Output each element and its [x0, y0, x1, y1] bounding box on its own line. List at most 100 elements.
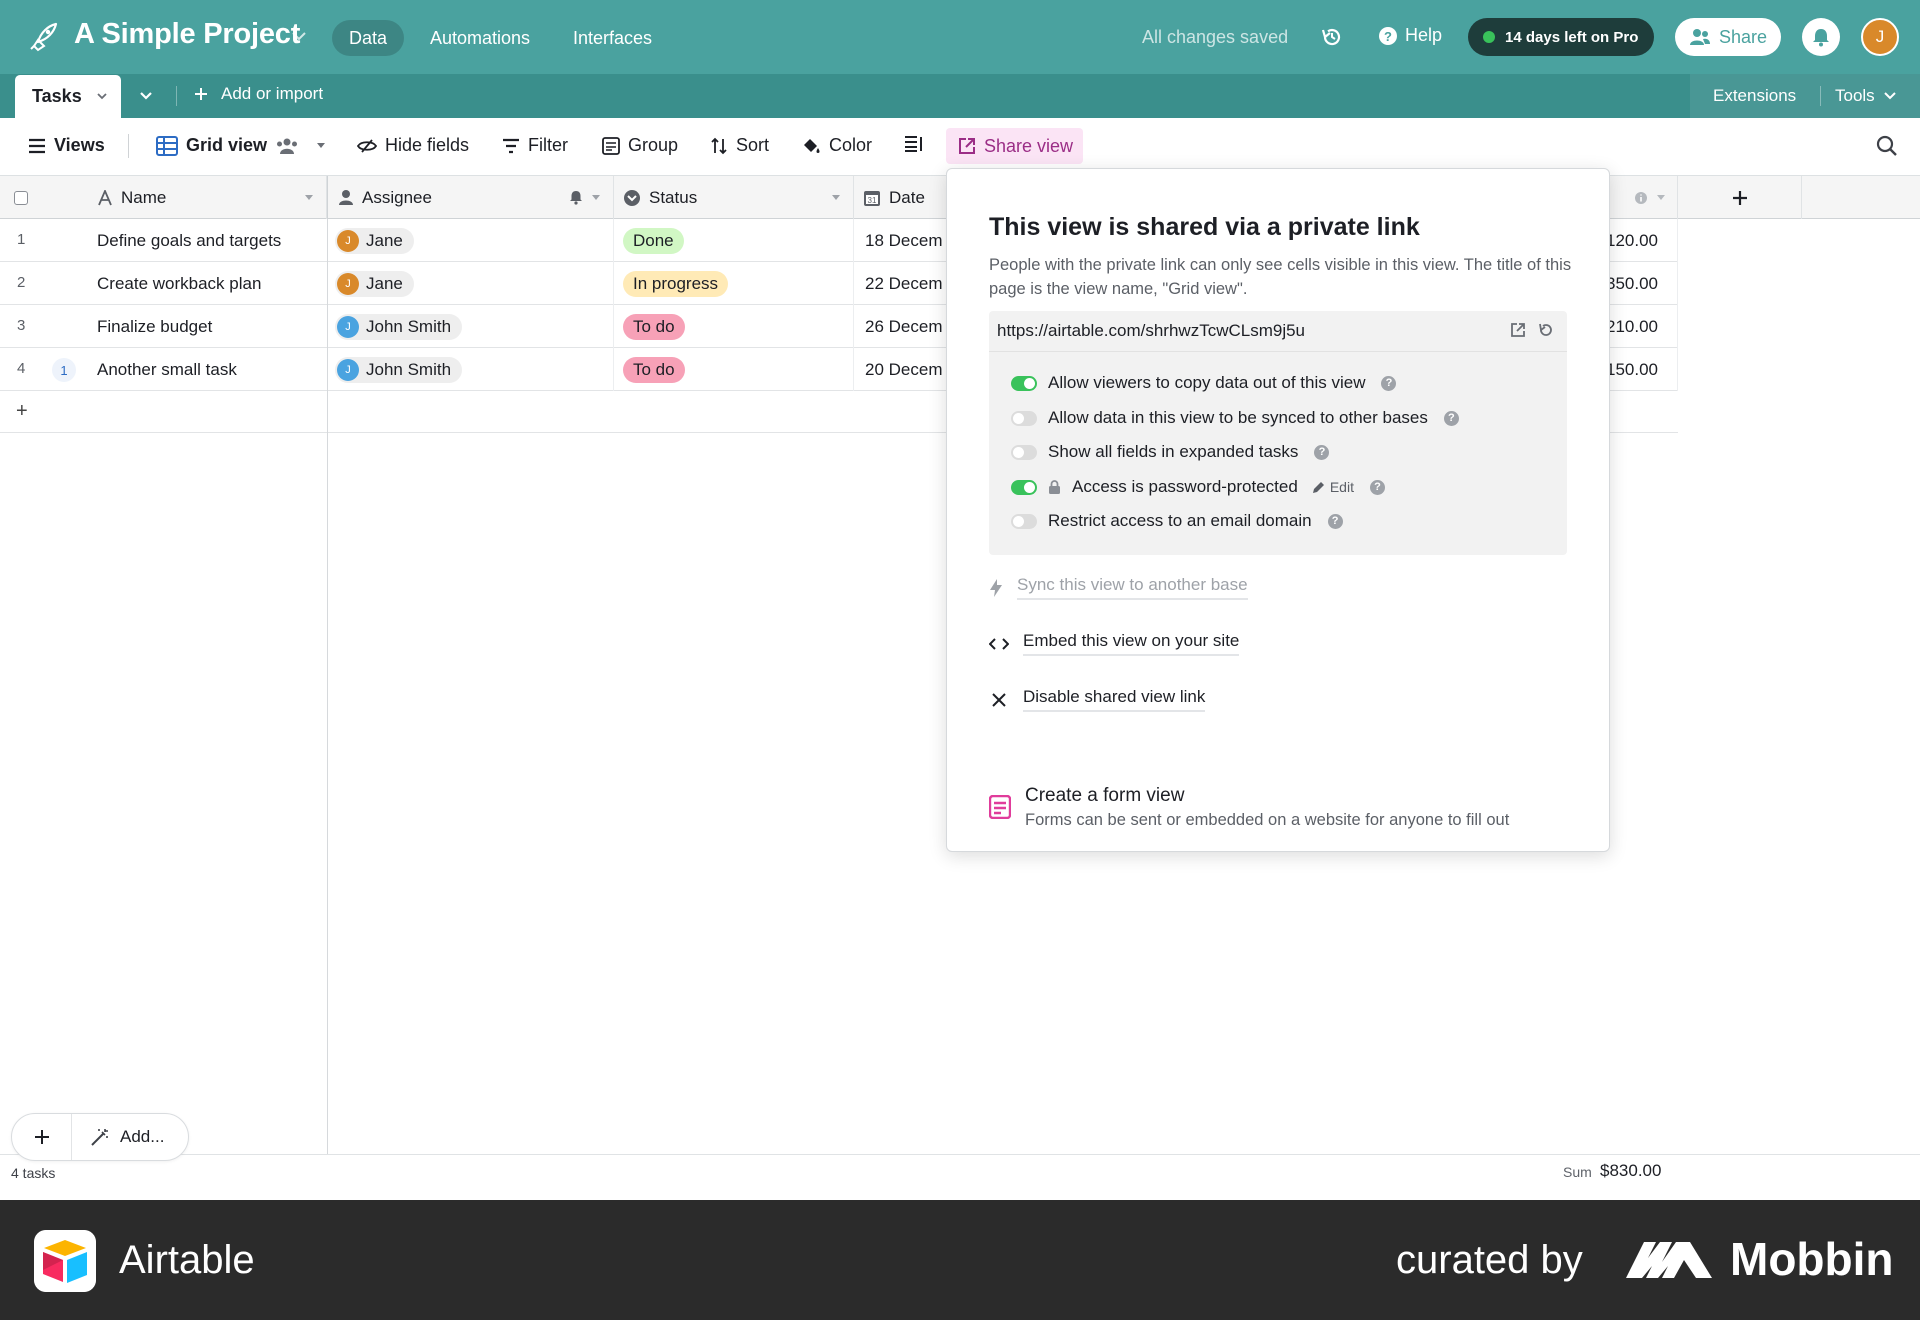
tab-data[interactable]: Data — [332, 20, 405, 56]
disable-link-action[interactable]: Disable shared view link — [989, 687, 1206, 712]
option-password-protected[interactable]: Access is password-protected Edit ? — [1011, 473, 1385, 501]
option-sync-data[interactable]: Allow data in this view to be synced to … — [1011, 404, 1459, 432]
sum-label[interactable]: Sum — [1563, 1164, 1592, 1180]
toggle-switch[interactable] — [1011, 444, 1037, 460]
assignee-name: Jane — [366, 230, 403, 250]
cell-amount[interactable]: 210.00 — [1600, 305, 1678, 348]
cell-status[interactable]: To do — [614, 348, 854, 391]
help-icon[interactable]: ? — [1369, 479, 1385, 495]
help-icon[interactable]: ? — [1443, 410, 1459, 426]
sync-view-action[interactable]: Sync this view to another base — [989, 575, 1248, 600]
toggle-switch[interactable] — [1011, 410, 1037, 426]
tools-button[interactable]: Tools — [1835, 86, 1897, 106]
cell-name[interactable]: Finalize budget — [68, 305, 327, 348]
column-header-status[interactable]: Status — [614, 176, 854, 219]
embed-label: Embed this view on your site — [1023, 631, 1240, 656]
caret-down-icon[interactable] — [1656, 194, 1666, 201]
notifications-button[interactable] — [1802, 18, 1840, 56]
cell-name[interactable]: Another small task — [68, 348, 327, 391]
assignee-chip: J Jane — [335, 227, 414, 254]
project-title[interactable]: A Simple Project — [74, 18, 300, 51]
tab-interfaces[interactable]: Interfaces — [556, 20, 669, 56]
edit-password-button[interactable]: Edit — [1312, 479, 1354, 495]
task-name: Create workback plan — [97, 273, 262, 293]
add-with-ai-button[interactable]: Add... — [90, 1127, 164, 1147]
create-form-view[interactable]: Create a form view Forms can be sent or … — [989, 785, 1509, 830]
select-all-checkbox[interactable] — [0, 176, 68, 219]
add-record-button[interactable] — [12, 1114, 72, 1160]
tools-label: Tools — [1835, 86, 1875, 105]
search-icon — [1876, 135, 1897, 156]
sort-icon — [711, 137, 727, 154]
help-icon[interactable]: ? — [1327, 513, 1343, 529]
refresh-icon[interactable] — [1537, 321, 1555, 339]
table-tab-tasks[interactable]: Tasks — [15, 75, 121, 118]
views-button[interactable]: Views — [28, 135, 105, 156]
column-header-assignee[interactable]: Assignee — [328, 176, 614, 219]
option-email-domain[interactable]: Restrict access to an email domain ? — [1011, 507, 1343, 535]
embed-view-action[interactable]: Embed this view on your site — [989, 631, 1240, 656]
history-icon[interactable] — [1320, 25, 1344, 49]
chevron-down-icon[interactable] — [96, 92, 108, 101]
tab-automations[interactable]: Automations — [413, 20, 547, 56]
add-field-button[interactable] — [1678, 176, 1802, 219]
add-or-import-button[interactable]: Add or import — [193, 84, 323, 104]
cell-name[interactable]: Create workback plan — [68, 262, 327, 305]
share-view-button[interactable]: Share view — [946, 128, 1083, 164]
toggle-switch[interactable] — [1011, 479, 1037, 495]
avatar: J — [337, 315, 359, 338]
cell-amount[interactable]: 150.00 — [1600, 348, 1678, 391]
toggle-switch[interactable] — [1011, 513, 1037, 529]
cell-assignee[interactable]: J John Smith — [328, 305, 614, 348]
lightning-icon — [990, 578, 1002, 597]
help-icon[interactable]: ? — [1314, 444, 1330, 460]
caret-down-icon[interactable] — [591, 194, 601, 201]
hide-fields-button[interactable]: Hide fields — [357, 135, 469, 156]
toggle-switch[interactable] — [1011, 375, 1037, 391]
share-link-box: https://airtable.com/shrhwzTcwCLsm9j5u A… — [989, 311, 1567, 555]
color-button[interactable]: Color — [801, 135, 872, 156]
cell-assignee[interactable]: J Jane — [328, 219, 614, 262]
cell-amount[interactable]: 120.00 — [1600, 219, 1678, 262]
column-header-name[interactable]: Name — [68, 176, 327, 219]
chevron-down-icon[interactable] — [291, 30, 307, 42]
open-external-icon[interactable] — [1509, 321, 1527, 339]
column-label: Status — [649, 187, 698, 207]
column-header-amount[interactable] — [1600, 176, 1678, 219]
rocket-icon[interactable] — [26, 20, 60, 54]
cell-status[interactable]: In progress — [614, 262, 854, 305]
search-button[interactable] — [1876, 135, 1898, 162]
divider — [128, 134, 129, 158]
row-height-button[interactable] — [904, 135, 924, 153]
cell-status[interactable]: Done — [614, 219, 854, 262]
option-copy-data[interactable]: Allow viewers to copy data out of this v… — [1011, 369, 1397, 397]
option-show-all-fields[interactable]: Show all fields in expanded tasks ? — [1011, 438, 1330, 466]
cell-status[interactable]: To do — [614, 305, 854, 348]
filter-button[interactable]: Filter — [502, 135, 568, 156]
tables-menu-chevron-icon[interactable] — [138, 90, 154, 102]
popover-description: People with the private link can only se… — [989, 256, 1572, 298]
avatar[interactable]: J — [1861, 18, 1899, 56]
sort-button[interactable]: Sort — [710, 135, 769, 156]
views-label: Views — [54, 135, 105, 155]
cell-assignee[interactable]: J Jane — [328, 262, 614, 305]
group-button[interactable]: Group — [602, 135, 678, 156]
checkbox[interactable] — [14, 190, 28, 205]
caret-down-icon[interactable] — [304, 194, 314, 201]
task-date: 20 Decem — [865, 359, 943, 379]
trial-badge[interactable]: 14 days left on Pro — [1468, 18, 1655, 56]
divider — [176, 86, 177, 106]
extensions-button[interactable]: Extensions — [1713, 86, 1796, 106]
cell-amount[interactable]: 350.00 — [1600, 262, 1678, 305]
users-icon — [1689, 29, 1710, 45]
share-external-icon — [959, 138, 975, 154]
grid-view-button[interactable]: Grid view — [156, 135, 327, 156]
help-button[interactable]: ? Help — [1378, 25, 1442, 46]
cell-assignee[interactable]: J John Smith — [328, 348, 614, 391]
share-button[interactable]: Share — [1675, 18, 1781, 56]
share-url[interactable]: https://airtable.com/shrhwzTcwCLsm9j5u — [997, 311, 1305, 351]
caret-down-icon[interactable] — [831, 194, 841, 201]
help-icon[interactable]: ? — [1381, 375, 1397, 391]
close-icon — [992, 692, 1006, 707]
cell-name[interactable]: Define goals and targets — [68, 219, 327, 262]
